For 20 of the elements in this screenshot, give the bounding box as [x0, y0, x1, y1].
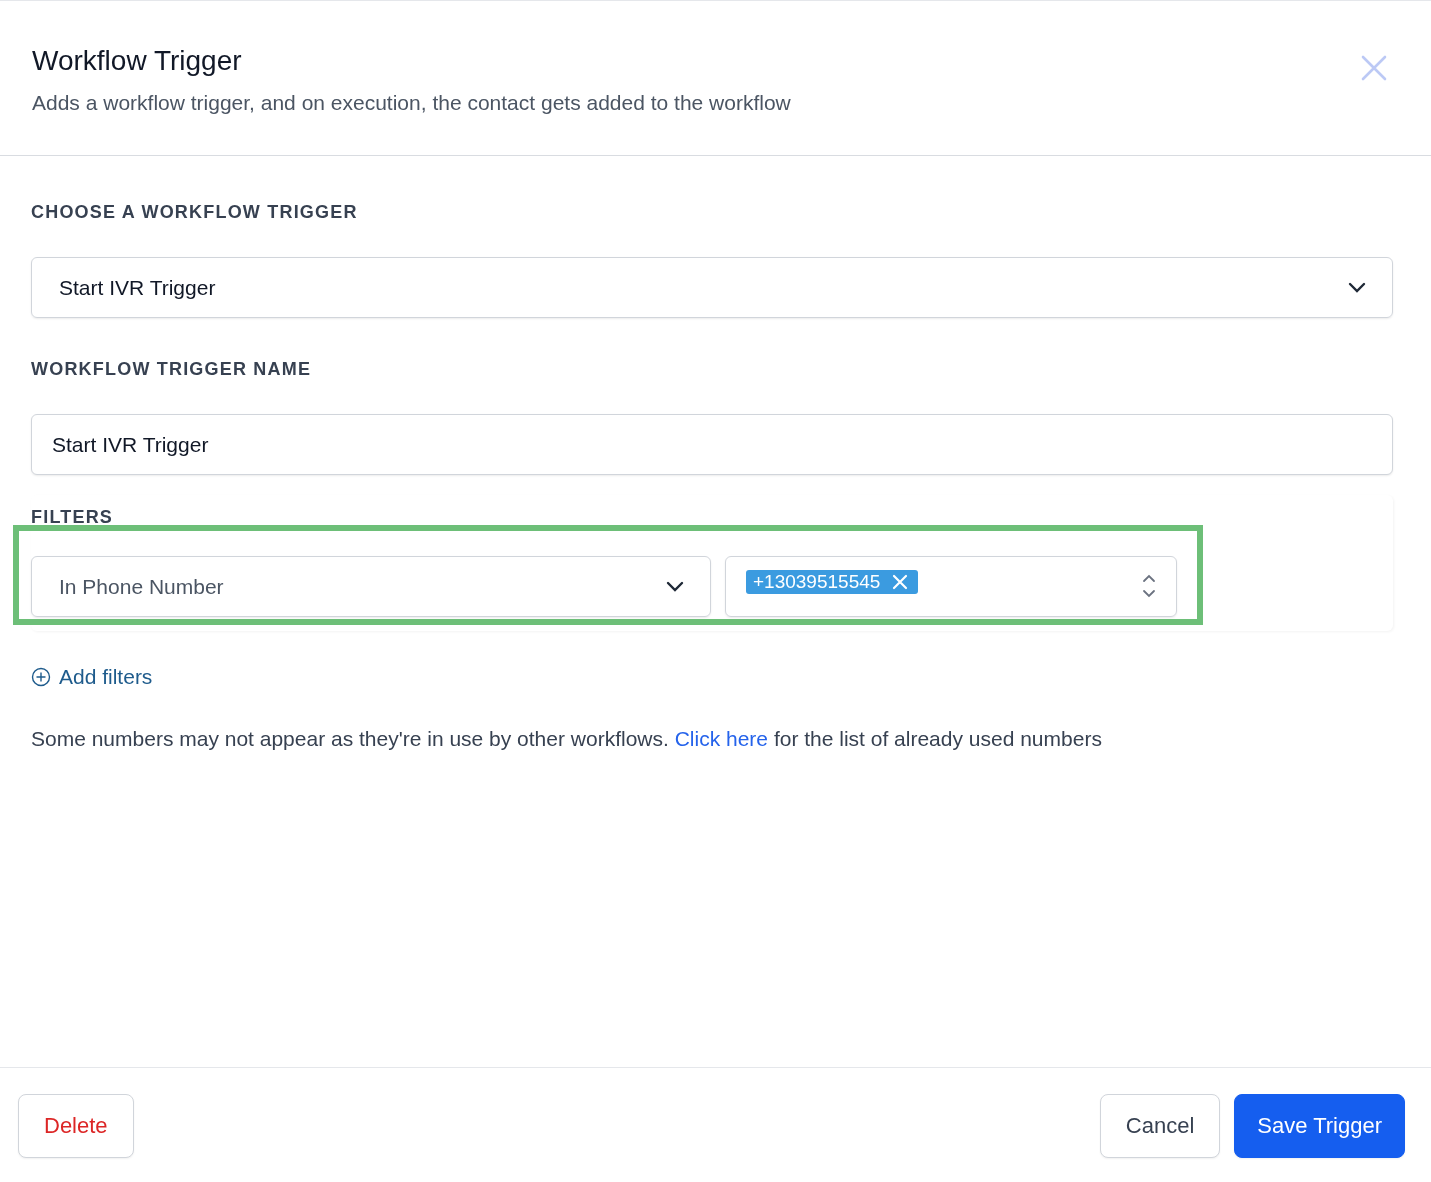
save-button[interactable]: Save Trigger	[1234, 1094, 1405, 1158]
input-field[interactable]: Start IVR Trigger	[31, 414, 1393, 475]
sort-arrows-icon	[1142, 573, 1156, 599]
dialog-title: Workflow Trigger	[32, 45, 243, 77]
section-label: CHOOSE A WORKFLOW TRIGGER	[31, 202, 359, 223]
number-tag: +13039515545	[746, 570, 919, 594]
dialog-subtitle: Adds a workflow trigger, and on execution, the contact gets added to the workflow	[32, 91, 791, 115]
cancel-button[interactable]: Cancel	[1099, 1094, 1221, 1158]
info-text: Some numbers may not appear as they're in use by other workflows. Click here for the list of already used numbers	[31, 727, 1103, 751]
plus-circle-icon	[31, 667, 51, 687]
section-label: FILTERS	[31, 507, 115, 528]
delete-button[interactable]: Delete	[18, 1094, 134, 1158]
chevron-down-icon	[666, 580, 684, 593]
chevron-down-icon	[1348, 281, 1366, 294]
remove-tag-icon[interactable]	[892, 574, 909, 590]
trigger-select[interactable]: Start IVR Trigger	[31, 257, 1393, 318]
add-filters-link[interactable]: Add filters	[31, 665, 153, 689]
filter-field-select[interactable]: In Phone Number	[31, 556, 711, 617]
section-label: WORKFLOW TRIGGER NAME	[31, 359, 313, 380]
click-here-link[interactable]: Click here	[674, 727, 769, 750]
